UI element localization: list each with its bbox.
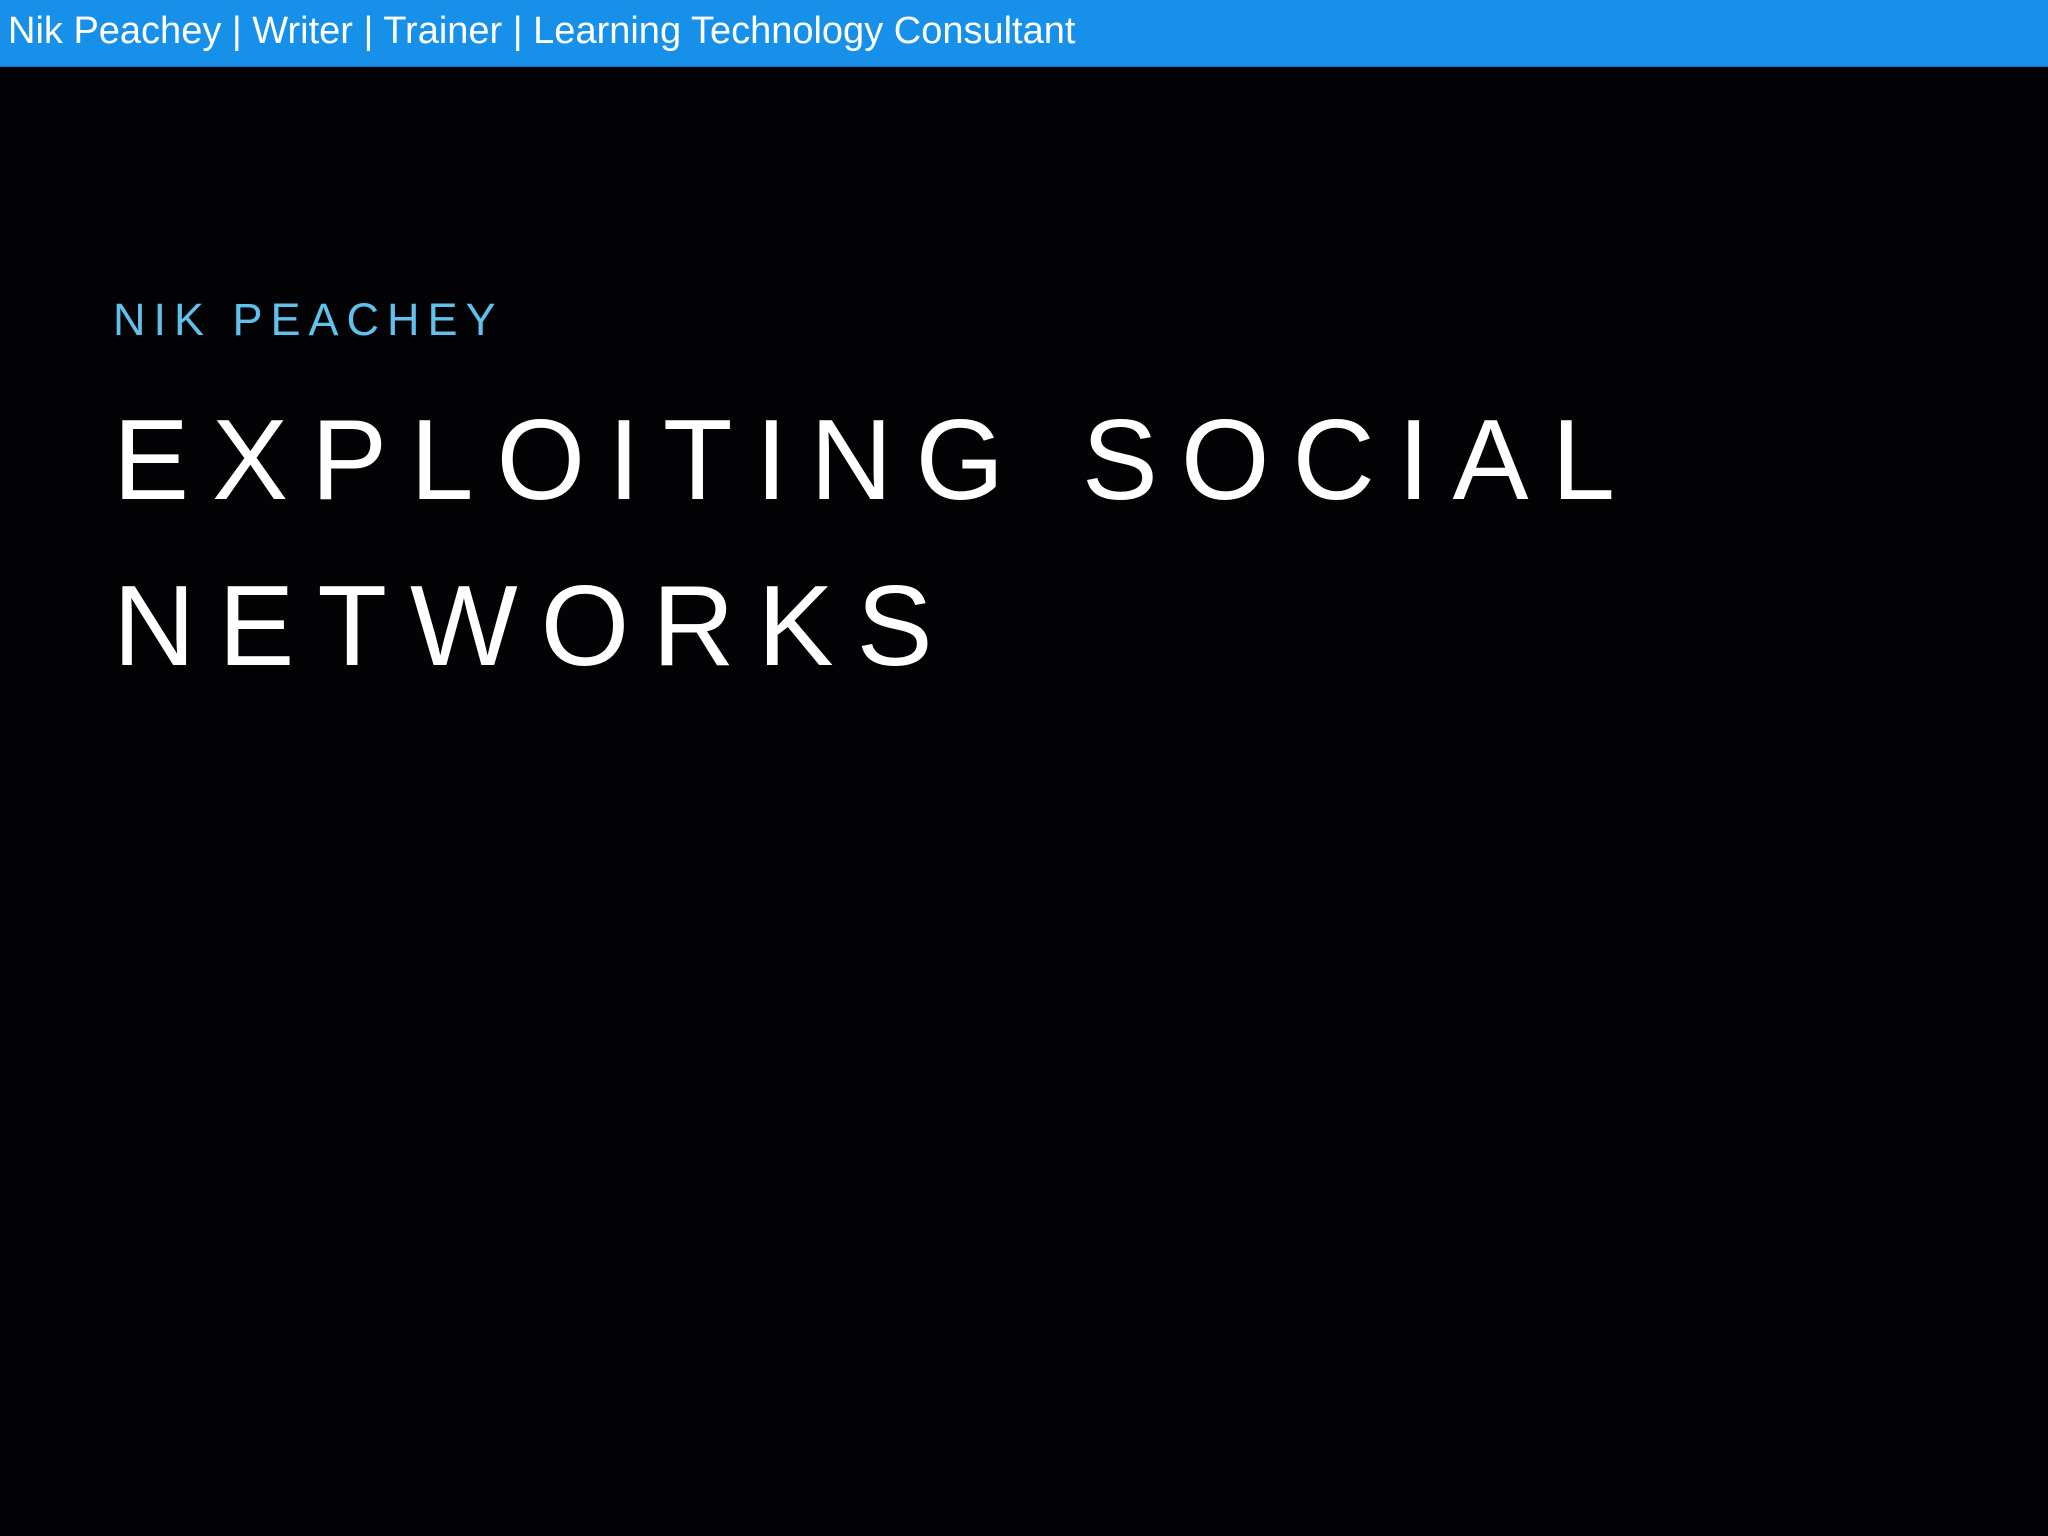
author-name: NIK PEACHEY	[113, 294, 504, 345]
banner-text: Nik Peachey | Writer | Trainer | Learnin…	[8, 10, 1076, 52]
top-banner: Nik Peachey | Writer | Trainer | Learnin…	[0, 0, 2048, 67]
slide-title-line-2: NETWORKS	[113, 563, 956, 690]
presentation-slide: Nik Peachey | Writer | Trainer | Learnin…	[0, 0, 2048, 1536]
slide-title: EXPLOITING SOCIAL NETWORKS	[113, 378, 1963, 710]
slide-title-line-1: EXPLOITING SOCIAL	[113, 397, 1638, 524]
